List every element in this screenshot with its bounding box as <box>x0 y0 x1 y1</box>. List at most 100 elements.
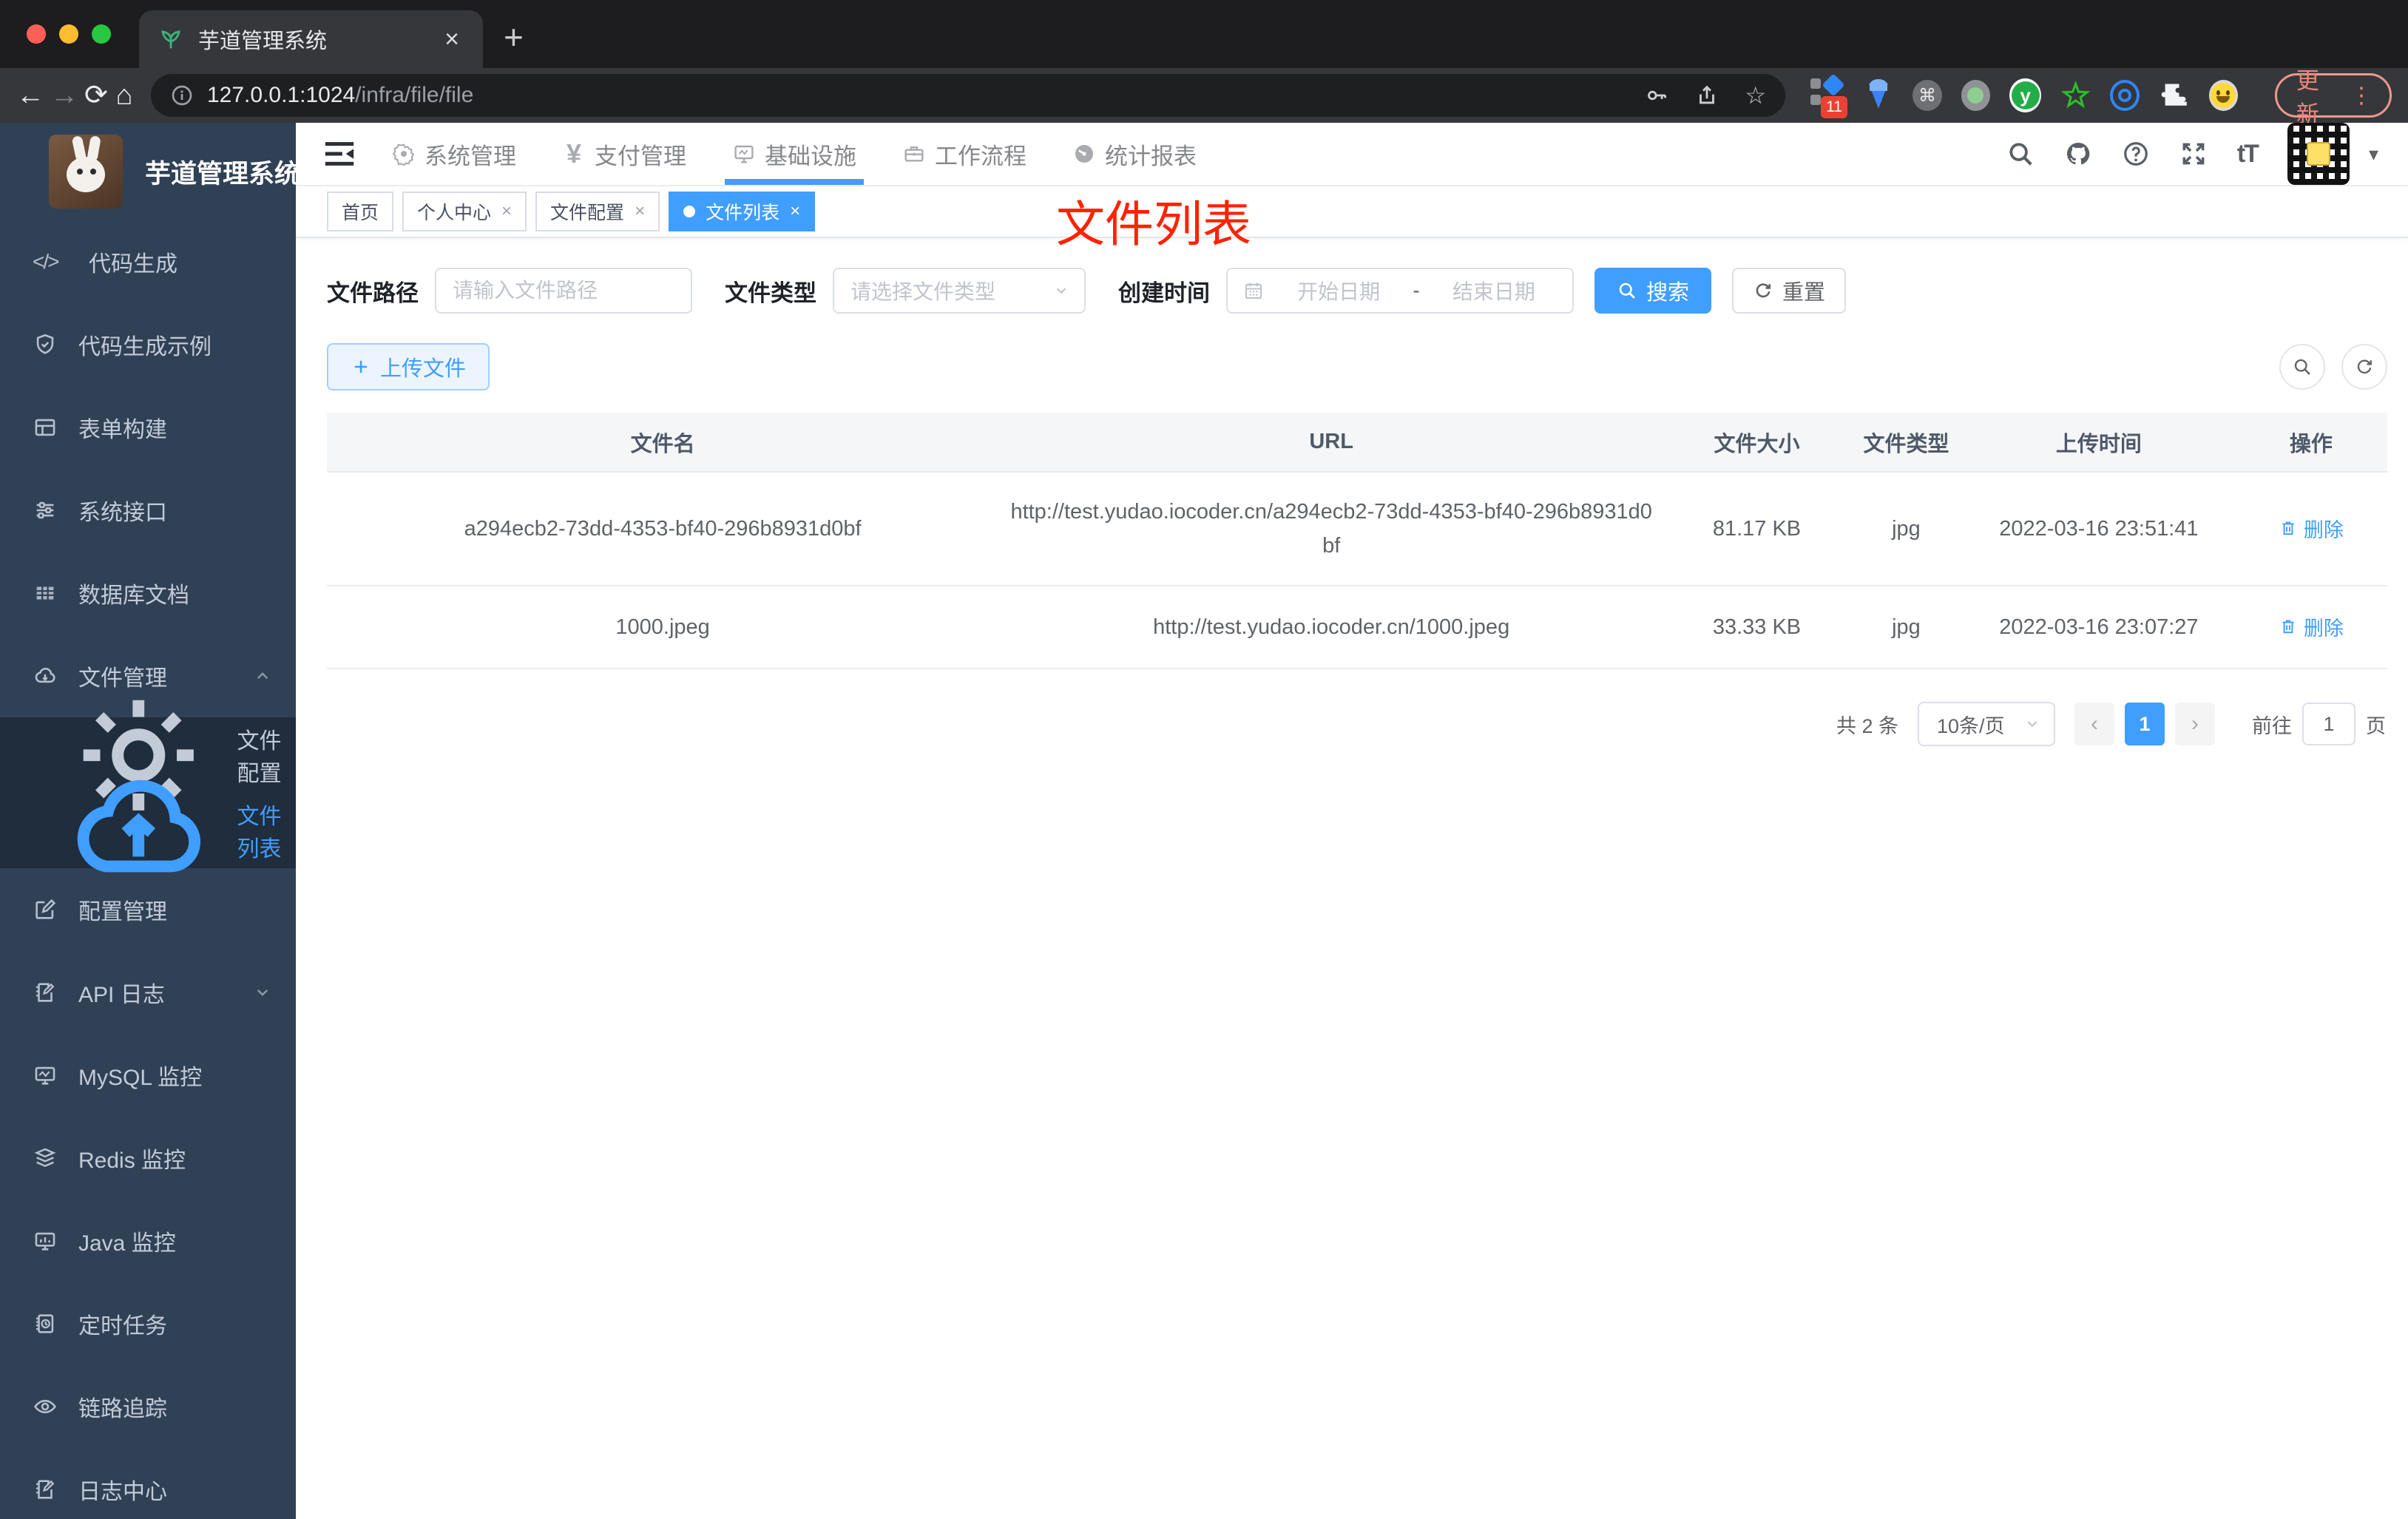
sidebar-item-mysql-monitor[interactable]: MySQL 监控 <box>0 1034 296 1117</box>
date-start-placeholder[interactable]: 开始日期 <box>1275 276 1402 305</box>
topnav-payment[interactable]: ¥ 支付管理 <box>559 123 689 185</box>
topnav-reports[interactable]: 统计报表 <box>1069 123 1200 185</box>
search-button[interactable]: 搜索 <box>1594 268 1712 314</box>
table-row: a294ecb2-73dd-4353-bf40-296b8931d0bf htt… <box>327 472 2387 586</box>
extension-pinned-icon[interactable]: 11 <box>1810 73 1847 118</box>
topnav-label: 支付管理 <box>595 143 686 169</box>
github-icon[interactable] <box>2064 140 2092 168</box>
browser-menu-icon[interactable]: ⋮ <box>2350 83 2373 109</box>
info-icon[interactable] <box>170 84 194 107</box>
next-page-button[interactable]: › <box>2175 703 2215 745</box>
extension-puzzle-icon[interactable] <box>2159 79 2189 112</box>
sidebar-collapse-icon[interactable] <box>322 139 356 169</box>
goto-page-input[interactable] <box>2302 703 2355 745</box>
fullscreen-icon[interactable] <box>2179 140 2208 168</box>
extension-command-icon[interactable]: ⌘ <box>1912 80 1942 111</box>
extension-balloon-icon[interactable] <box>1863 79 1893 112</box>
sidebar-item-code-demo[interactable]: 代码生成示例 <box>0 303 296 386</box>
table-search-toggle-button[interactable] <box>2279 344 2325 390</box>
upload-file-button[interactable]: 上传文件 <box>327 343 490 390</box>
sidebar-item-db-doc[interactable]: 数据库文档 <box>0 552 296 635</box>
search-icon[interactable] <box>2006 140 2035 168</box>
chevron-down-icon <box>257 989 268 996</box>
extension-star-icon[interactable] <box>2060 79 2091 112</box>
table-header-row: 文件名 URL 文件大小 文件类型 上传时间 操作 <box>327 413 2387 473</box>
sidebar-item-label: 日志中心 <box>78 1480 167 1504</box>
address-bar[interactable]: 127.0.0.1:1024/infra/file/file ☆ <box>151 74 1785 117</box>
sidebar-item-trace[interactable]: 链路追踪 <box>0 1365 296 1448</box>
topnav-workflow[interactable]: 工作流程 <box>899 123 1029 185</box>
date-range-picker[interactable]: 开始日期 - 结束日期 <box>1226 268 1574 314</box>
sidebar-item-java-monitor[interactable]: Java 监控 <box>0 1200 296 1282</box>
back-button[interactable]: ← <box>16 81 44 109</box>
tag-profile[interactable]: 个人中心 × <box>402 192 527 231</box>
topnav-system[interactable]: 系统管理 <box>389 123 519 185</box>
topnav-label: 统计报表 <box>1105 143 1197 169</box>
page-1-button[interactable]: 1 <box>2125 703 2165 745</box>
topnav-infrastructure[interactable]: 基础设施 <box>725 123 864 185</box>
forward-button[interactable]: → <box>50 81 78 109</box>
cell-url: http://test.yudao.iocoder.cn/1000.jpeg <box>998 586 1665 669</box>
sidebar-item-redis-monitor[interactable]: Redis 监控 <box>0 1117 296 1200</box>
layers-icon <box>34 1148 56 1168</box>
sidebar-item-file-list[interactable]: 文件列表 <box>0 779 296 873</box>
window-zoom-button[interactable] <box>92 24 111 44</box>
file-type-select[interactable]: 请选择文件类型 <box>833 268 1086 314</box>
tab-close-icon[interactable]: × <box>440 27 464 52</box>
browser-tab[interactable]: 芋道管理系统 × <box>139 10 483 68</box>
tag-file-config[interactable]: 文件配置 × <box>535 192 660 231</box>
bookmark-star-icon[interactable]: ☆ <box>1745 81 1766 109</box>
extension-y-icon[interactable]: y <box>2009 78 2042 112</box>
screen: 芋道管理系统 × + ← → ⟳ ⌂ 127.0.0.1:1024/infra/… <box>0 0 2408 1519</box>
page-content: 文件路径 文件类型 请选择文件类型 创建时间 <box>296 238 2408 1519</box>
page-size-select[interactable]: 10条/页 <box>1918 702 2055 746</box>
reset-button[interactable]: 重置 <box>1732 268 1847 314</box>
command-glyph: ⌘ <box>1918 85 1936 106</box>
close-icon[interactable]: × <box>635 201 645 222</box>
goto-label: 前往 <box>2252 714 2292 737</box>
prev-page-button[interactable]: ‹ <box>2074 703 2114 745</box>
close-icon[interactable]: × <box>790 201 800 222</box>
file-path-input[interactable] <box>453 279 674 302</box>
search-button-label: 搜索 <box>1646 281 1690 305</box>
sidebar-item-label: 表单构建 <box>78 418 167 442</box>
tag-file-list[interactable]: 文件列表 × <box>669 192 816 231</box>
chevron-down-icon[interactable]: ▾ <box>2369 143 2378 166</box>
cell-actions: 删除 <box>2234 586 2387 669</box>
gear-icon <box>392 143 415 166</box>
browser-tab-strip: 芋道管理系统 × + <box>0 0 2408 68</box>
table-toolbar: 上传文件 <box>327 343 2387 390</box>
tag-home[interactable]: 首页 <box>327 192 394 231</box>
date-end-placeholder[interactable]: 结束日期 <box>1430 276 1558 305</box>
help-icon[interactable] <box>2122 140 2150 168</box>
close-icon[interactable]: × <box>501 201 512 222</box>
home-button[interactable]: ⌂ <box>114 81 135 109</box>
browser-update-button[interactable]: 更新 ⋮ <box>2274 68 2392 127</box>
sidebar-item-scheduled-tasks[interactable]: 定时任务 <box>0 1282 296 1365</box>
sidebar-item-label: 系统接口 <box>78 501 167 525</box>
share-icon[interactable] <box>1694 83 1719 108</box>
sidebar-item-log-center[interactable]: 日志中心 <box>0 1448 296 1519</box>
table-refresh-button[interactable] <box>2341 344 2387 390</box>
sidebar-item-system-api[interactable]: 系统接口 <box>0 469 296 552</box>
new-tab-button[interactable]: + <box>483 20 524 64</box>
reload-button[interactable]: ⟳ <box>84 81 108 109</box>
sidebar-item-code-gen[interactable]: </> 代码生成 <box>0 220 296 303</box>
password-key-icon[interactable] <box>1644 83 1669 108</box>
url-path: /infra/file/file <box>355 83 474 107</box>
cell-time: 2022-03-16 23:07:27 <box>1963 586 2235 669</box>
window-close-button[interactable] <box>27 24 46 44</box>
delete-button[interactable]: 删除 <box>2279 514 2344 543</box>
delete-button[interactable]: 删除 <box>2279 612 2344 641</box>
extension-recorder-icon[interactable] <box>1961 80 1990 111</box>
avatar[interactable] <box>2287 123 2350 185</box>
sidebar-item-api-log[interactable]: API 日志 <box>0 951 296 1034</box>
extension-emoji-icon[interactable] <box>2208 80 2238 111</box>
window-minimize-button[interactable] <box>59 24 78 44</box>
sidebar-logo[interactable]: 芋道管理系统 <box>0 123 296 220</box>
sidebar-item-form-builder[interactable]: 表单构建 <box>0 386 296 469</box>
extension-eye-icon[interactable] <box>2110 80 2140 111</box>
sidebar-item-label: 配置管理 <box>78 900 167 924</box>
font-size-icon[interactable]: tT <box>2237 140 2259 169</box>
file-path-input-wrap <box>435 268 692 314</box>
